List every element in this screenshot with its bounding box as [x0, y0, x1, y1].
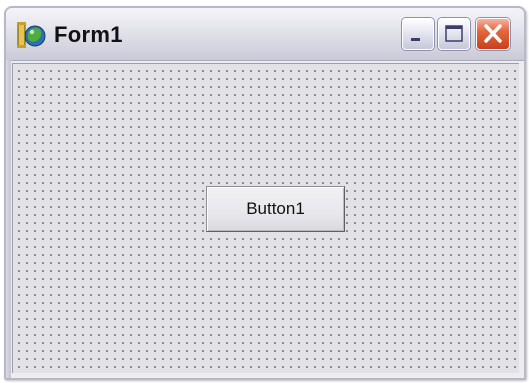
delphi-form-icon[interactable]	[16, 20, 48, 50]
form-window: Form1 Button1	[4, 6, 526, 380]
window-frame-left	[6, 60, 11, 378]
form-design-surface[interactable]: Button1	[12, 63, 519, 373]
minimize-button[interactable]	[402, 18, 434, 50]
maximize-icon	[445, 25, 463, 42]
window-title: Form1	[54, 22, 123, 47]
minimize-icon	[411, 38, 420, 41]
close-button[interactable]	[476, 18, 510, 50]
close-icon	[484, 24, 502, 43]
button1[interactable]: Button1	[206, 186, 345, 232]
title-bar[interactable]: Form1	[6, 8, 524, 61]
maximize-button[interactable]	[438, 18, 470, 50]
